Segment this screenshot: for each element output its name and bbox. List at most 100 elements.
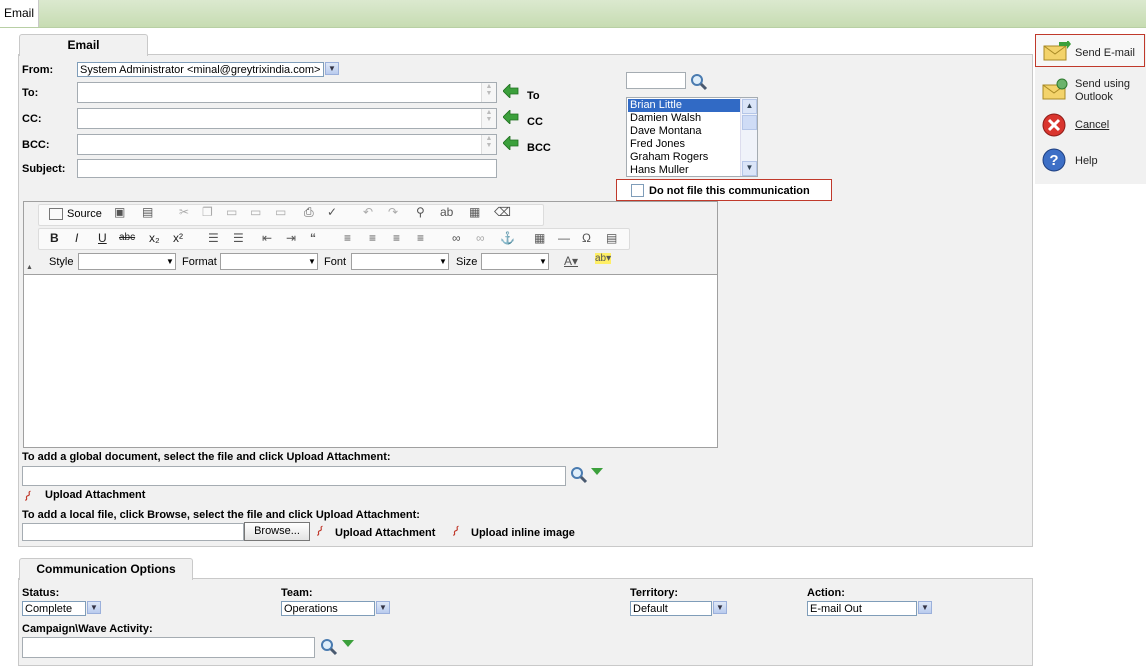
to-button[interactable]: To <box>527 90 540 102</box>
spellcheck-icon[interactable]: ✓ <box>327 205 337 219</box>
undo-icon[interactable]: ↶ <box>363 205 373 219</box>
chevron-down-icon[interactable]: ▼ <box>918 601 932 614</box>
bg-color-icon[interactable]: ab▾ <box>595 253 612 264</box>
from-select[interactable]: System Administrator <minal@greytrixindi… <box>77 62 324 77</box>
remove-format-icon[interactable]: ⌫ <box>494 205 511 219</box>
paste-word-icon[interactable]: ▭ <box>275 205 286 219</box>
bullet-list-icon[interactable]: ☰ <box>233 231 244 245</box>
horizontal-rule-icon[interactable]: ― <box>558 231 570 245</box>
subscript-icon[interactable]: x₂ <box>149 231 160 245</box>
search-icon[interactable] <box>570 466 588 484</box>
preview-icon[interactable]: ▣ <box>114 205 125 219</box>
anchor-icon[interactable]: ⚓ <box>500 231 515 245</box>
scroll-thumb[interactable] <box>742 115 757 130</box>
contact-search-input[interactable] <box>626 72 686 89</box>
source-icon[interactable] <box>49 208 63 220</box>
dropdown-arrow-icon[interactable] <box>342 640 354 648</box>
chevron-down-icon[interactable]: ▼ <box>87 601 101 614</box>
scroll-up-icon[interactable]: ▲ <box>742 99 757 114</box>
blockquote-icon[interactable]: “ <box>310 231 316 245</box>
format-select[interactable] <box>220 253 318 270</box>
action-select[interactable]: E-mail Out <box>807 601 917 616</box>
upload-attachment-button-2[interactable]: Upload Attachment <box>335 527 435 539</box>
scroll-down-icon[interactable]: ▼ <box>742 161 757 176</box>
paste-icon[interactable]: ▭ <box>226 205 237 219</box>
do-not-file-checkbox[interactable] <box>631 184 644 197</box>
contact-list-item[interactable]: Graham Rogers <box>628 151 740 164</box>
select-all-icon[interactable]: ▦ <box>469 205 480 219</box>
upload-attachment-button[interactable]: Upload Attachment <box>45 489 145 501</box>
upload-inline-image-button[interactable]: Upload inline image <box>471 527 575 539</box>
align-center-icon[interactable]: ≡ <box>369 231 376 245</box>
chevron-down-icon[interactable]: ▼ <box>539 257 547 266</box>
search-icon[interactable] <box>690 73 708 91</box>
contact-list-item[interactable]: Fred Jones <box>628 138 740 151</box>
add-cc-arrow-icon[interactable] <box>503 110 519 124</box>
superscript-icon[interactable]: x² <box>173 231 183 245</box>
page-break-icon[interactable]: ▤ <box>606 231 617 245</box>
contact-list-item[interactable]: Hans Muller <box>628 164 740 176</box>
chevron-down-icon[interactable]: ▼ <box>439 257 447 266</box>
link-icon[interactable]: ∞ <box>452 231 461 245</box>
bcc-button[interactable]: BCC <box>527 142 551 154</box>
special-char-icon[interactable]: Ω <box>582 231 591 245</box>
contact-list-item[interactable]: Brian Little <box>628 99 740 112</box>
bold-icon[interactable]: B <box>50 231 59 245</box>
campaign-input[interactable] <box>22 637 315 658</box>
collapse-toolbar-icon[interactable]: ▲ <box>26 264 33 271</box>
add-bcc-arrow-icon[interactable] <box>503 136 519 150</box>
table-icon[interactable]: ▦ <box>534 231 545 245</box>
style-select[interactable] <box>78 253 176 270</box>
to-field[interactable]: ▲ ▼ <box>77 82 497 103</box>
global-doc-input[interactable] <box>22 466 566 486</box>
add-to-arrow-icon[interactable] <box>503 84 519 98</box>
numbered-list-icon[interactable]: ☰ <box>208 231 219 245</box>
indent-icon[interactable]: ⇥ <box>286 231 296 245</box>
unlink-icon[interactable]: ∞ <box>476 231 485 245</box>
browse-button[interactable]: Browse... <box>244 522 310 541</box>
chevron-down-icon[interactable]: ▼ <box>713 601 727 614</box>
chevron-down-icon[interactable]: ▼ <box>325 62 339 75</box>
send-email-button[interactable]: Send E-mail <box>1035 34 1145 67</box>
email-tab[interactable]: Email <box>19 34 148 56</box>
territory-select[interactable]: Default <box>630 601 712 616</box>
window-title-tab[interactable]: Email <box>0 0 40 27</box>
align-right-icon[interactable]: ≡ <box>393 231 400 245</box>
cc-button[interactable]: CC <box>527 116 543 128</box>
subject-field[interactable] <box>77 159 497 178</box>
team-select[interactable]: Operations <box>281 601 375 616</box>
chevron-down-icon[interactable]: ▼ <box>166 257 174 266</box>
contact-list-item[interactable]: Dave Montana <box>628 125 740 138</box>
cc-field[interactable]: ▲ ▼ <box>77 108 497 129</box>
scrollbar[interactable]: ▲ ▼ <box>740 98 757 176</box>
contacts-list[interactable]: Brian Little Damien Walsh Dave Montana Fred… <box>626 97 758 177</box>
underline-icon[interactable]: U <box>98 231 107 245</box>
dropdown-arrow-icon[interactable] <box>591 468 603 476</box>
status-select[interactable]: Complete <box>22 601 86 616</box>
chevron-down-icon[interactable]: ▼ <box>376 601 390 614</box>
find-icon[interactable]: ⚲ <box>416 205 425 219</box>
strike-icon[interactable]: abc <box>119 232 135 243</box>
align-left-icon[interactable]: ≡ <box>344 231 351 245</box>
paste-text-icon[interactable]: ▭ <box>250 205 261 219</box>
communication-options-tab[interactable]: Communication Options <box>19 558 193 580</box>
print-icon[interactable]: ⎙ <box>304 205 314 220</box>
redo-icon[interactable]: ↷ <box>388 205 398 219</box>
search-icon[interactable] <box>320 638 338 656</box>
local-file-input[interactable] <box>22 523 244 541</box>
justify-icon[interactable]: ≡ <box>417 231 424 245</box>
italic-icon[interactable]: I <box>75 231 78 245</box>
replace-icon[interactable]: ab <box>440 205 453 219</box>
bcc-field[interactable]: ▲ ▼ <box>77 134 497 155</box>
outdent-icon[interactable]: ⇤ <box>262 231 272 245</box>
copy-icon[interactable]: ❐ <box>202 205 213 219</box>
chevron-down-icon[interactable]: ▼ <box>308 257 316 266</box>
font-select[interactable] <box>351 253 449 270</box>
contact-list-item[interactable]: Damien Walsh <box>628 112 740 125</box>
templates-icon[interactable]: ▤ <box>142 205 153 219</box>
text-color-icon[interactable]: A▾ <box>564 254 578 268</box>
cut-icon[interactable]: ✂ <box>179 205 189 219</box>
source-button[interactable]: Source <box>67 208 102 220</box>
do-not-file-box: Do not file this communication <box>616 179 832 201</box>
help-label: Help <box>1075 155 1098 167</box>
